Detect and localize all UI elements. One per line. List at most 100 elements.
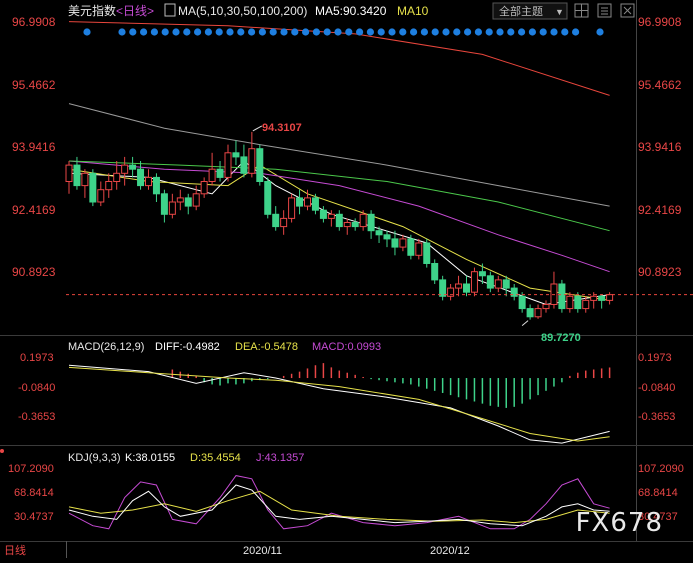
- candle-body: [486, 275, 494, 289]
- candle-body: [478, 271, 486, 277]
- candle-body: [335, 213, 343, 228]
- event-marker: [258, 28, 266, 36]
- kdj-tick-right: 68.8414: [638, 487, 678, 499]
- event-marker: [420, 28, 428, 36]
- candle-body: [280, 217, 288, 228]
- event-marker: [204, 28, 212, 36]
- candle-body: [168, 201, 176, 215]
- candle-body: [439, 279, 447, 297]
- event-marker: [518, 28, 526, 36]
- price-tick-left: 92.4169: [12, 203, 56, 217]
- event-marker: [572, 28, 580, 36]
- candle-body: [160, 193, 168, 215]
- event-marker: [161, 28, 169, 36]
- candle-body: [184, 197, 192, 207]
- price-tick-right: 90.8923: [638, 265, 682, 279]
- event-marker: [312, 28, 320, 36]
- kdj-tick-left: 68.8414: [14, 487, 54, 499]
- candle-body: [129, 164, 137, 170]
- candle-body: [216, 168, 224, 178]
- candle-body: [463, 283, 470, 293]
- candle-body: [343, 221, 351, 228]
- event-marker: [269, 28, 277, 36]
- candle-body: [367, 213, 375, 232]
- event-marker: [596, 28, 604, 36]
- x-tick-label: 2020/11: [243, 545, 282, 557]
- event-marker: [334, 28, 342, 36]
- event-marker: [83, 28, 91, 36]
- theme-dropdown-label: 全部主题: [499, 4, 543, 18]
- event-marker: [507, 28, 515, 36]
- event-marker: [474, 28, 482, 36]
- instrument-title: 美元指数: [68, 3, 116, 18]
- kdj-d-label: D:35.4554: [190, 452, 241, 464]
- chevron-down-icon: ▼: [555, 7, 564, 17]
- candle-body: [192, 193, 200, 207]
- event-marker: [528, 28, 537, 36]
- event-marker: [539, 28, 547, 36]
- candle-body: [582, 299, 590, 310]
- event-marker: [237, 28, 245, 36]
- price-tick-right: 96.9908: [638, 15, 682, 29]
- candle-body: [415, 242, 423, 256]
- candle-body: [375, 230, 383, 236]
- price-tick-right: 93.9416: [638, 140, 682, 154]
- event-marker: [150, 28, 158, 36]
- macd-tick-right: -0.0840: [638, 382, 675, 394]
- candle-body: [288, 197, 296, 219]
- candle-body: [534, 308, 542, 318]
- event-marker: [442, 28, 450, 36]
- event-marker: [388, 28, 396, 36]
- event-marker: [129, 28, 137, 36]
- candle-body: [152, 176, 160, 195]
- macd-diff-label: DIFF:-0.4982: [155, 341, 220, 353]
- macd-tick-right: 0.1973: [638, 352, 672, 364]
- chart-svg: 美元指数 <日线> MA(5,10,30,50,100,200) MA5:90.…: [0, 0, 693, 558]
- price-tick-right: 95.4662: [638, 78, 682, 92]
- candle-body: [89, 172, 97, 203]
- candle-body: [431, 262, 439, 281]
- candle-body: [351, 221, 359, 228]
- x-tick-label: 2020/12: [430, 545, 470, 557]
- macd-tick-left: -0.0840: [18, 382, 55, 394]
- event-marker: [248, 28, 256, 36]
- event-marker: [226, 28, 234, 36]
- candle-body: [574, 295, 582, 310]
- event-marker: [550, 28, 558, 36]
- candle-body: [224, 152, 232, 178]
- period-footer-label: 日线: [4, 543, 26, 557]
- event-marker: [356, 28, 364, 36]
- low-annotation: 89.7270: [541, 332, 581, 344]
- candle-body: [248, 148, 256, 174]
- event-marker: [453, 28, 461, 36]
- candle-body: [65, 164, 73, 183]
- candle-body: [256, 148, 264, 183]
- pane-dot: [0, 449, 4, 453]
- candle-body: [455, 283, 463, 289]
- event-marker: [496, 28, 504, 36]
- candle-body: [145, 176, 152, 187]
- candle-body: [200, 181, 208, 195]
- event-marker: [561, 28, 569, 36]
- price-tick-left: 93.9416: [12, 140, 56, 154]
- macd-tick-right: -0.3653: [638, 411, 675, 423]
- candle-body: [97, 189, 105, 203]
- candle-body: [208, 168, 216, 183]
- candle-body: [121, 164, 129, 174]
- event-marker: [172, 28, 180, 36]
- candle-body: [407, 238, 415, 256]
- event-marker: [464, 28, 472, 36]
- theme-dropdown[interactable]: 全部主题 ▼: [492, 2, 568, 20]
- event-marker: [345, 28, 353, 36]
- candle-body: [81, 172, 89, 187]
- event-marker: [302, 28, 310, 36]
- candle-body: [598, 295, 606, 301]
- event-marker: [118, 28, 126, 36]
- candle-body: [240, 156, 248, 174]
- chart-root: 美元指数 <日线> MA(5,10,30,50,100,200) MA5:90.…: [0, 0, 693, 558]
- event-marker: [410, 28, 418, 36]
- ma10-label: MA10: [397, 4, 429, 18]
- ma5-value: MA5:90.3420: [315, 4, 387, 18]
- price-tick-left: 90.8923: [12, 265, 56, 279]
- price-tick-left: 95.4662: [12, 78, 56, 92]
